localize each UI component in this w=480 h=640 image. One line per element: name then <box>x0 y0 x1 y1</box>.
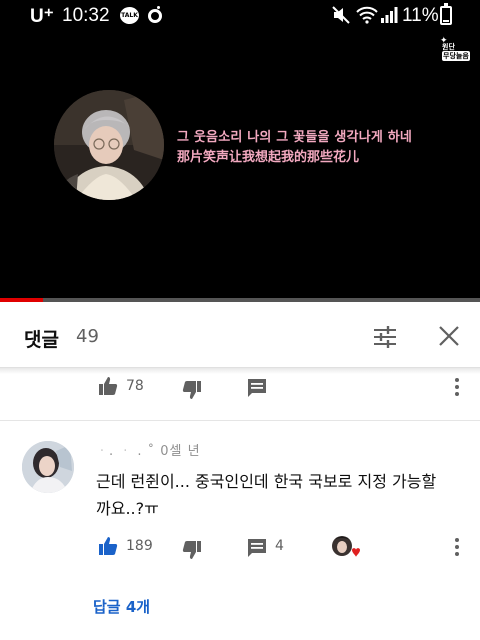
comment-reply-count: 4 <box>275 538 284 554</box>
comments-title: 댓글 <box>24 329 59 351</box>
close-icon[interactable] <box>437 324 461 348</box>
dislike-icon[interactable] <box>182 380 202 400</box>
comments-header: 댓글 49 <box>0 302 480 368</box>
clock: 10:32 <box>62 5 110 26</box>
battery-icon <box>440 3 452 25</box>
kakaotalk-icon: TALK <box>120 7 139 24</box>
like-icon[interactable] <box>98 376 118 396</box>
comments-count: 49 <box>76 326 99 347</box>
more-options-icon[interactable] <box>454 378 460 398</box>
status-bar: U⁺ 10:32 TALK 11% <box>0 0 480 34</box>
mute-icon <box>332 6 350 24</box>
filter-icon[interactable] <box>372 324 398 350</box>
dislike-icon[interactable] <box>182 540 202 560</box>
ring-icon <box>148 6 162 23</box>
battery-level <box>443 20 449 22</box>
divider <box>0 420 480 421</box>
previous-comment-actions: 78 <box>0 374 480 404</box>
comment-like-count: 189 <box>126 538 153 554</box>
comment-author-name[interactable]: ᆞ. ᆞ . ˚ 0셀 년 <box>96 440 201 459</box>
lyric-chinese: 那片笑声让我想起我的那些花儿 <box>177 150 360 165</box>
view-replies-link[interactable]: 답글 4개 <box>93 596 150 617</box>
wifi-icon <box>356 6 378 24</box>
reply-icon[interactable] <box>247 538 267 558</box>
signal-icon <box>381 7 398 23</box>
video-portrait-image <box>54 90 164 200</box>
lyric-korean: 그 웃음소리 나의 그 꽃들을 생각나게 하네 <box>177 130 413 145</box>
comment-author-avatar[interactable] <box>22 441 74 493</box>
more-options-icon[interactable] <box>454 538 460 558</box>
previous-like-count: 78 <box>126 378 144 394</box>
video-player[interactable]: U⁺ 10:32 TALK 11% ✦ 원단 무당늘음 그 웃음소리 나의 그 … <box>0 0 480 302</box>
comment-text: 근데 런쥔이... 중국인인데 한국 국보로 지정 가능할까요..?ㅠ <box>96 472 437 518</box>
like-icon[interactable] <box>98 536 118 556</box>
battery-percent: 11% <box>402 5 439 26</box>
channel-logo-line2: 무당늘음 <box>442 51 470 61</box>
carrier-label: U⁺ <box>30 6 54 27</box>
creator-heart-icon <box>332 536 360 557</box>
reply-icon[interactable] <box>247 378 267 398</box>
channel-logo: ✦ 원단 무당늘음 <box>440 36 474 64</box>
